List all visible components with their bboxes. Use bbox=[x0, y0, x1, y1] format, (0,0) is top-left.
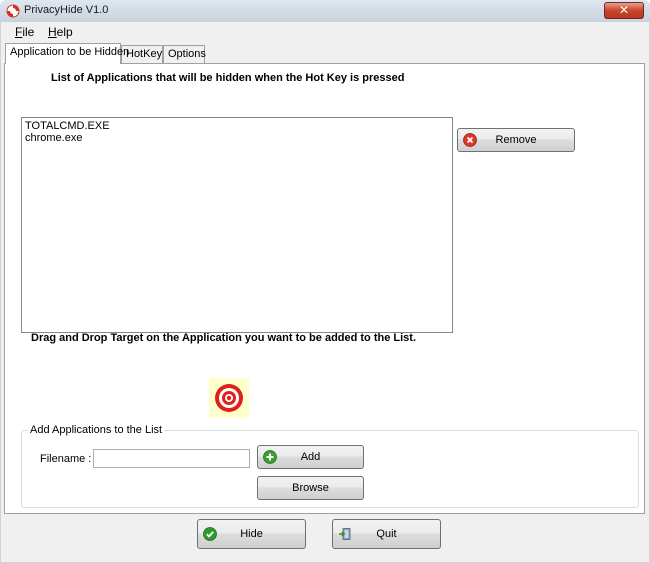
client-area: File Help Application to be Hidden HotKe… bbox=[1, 22, 649, 562]
tab-options[interactable]: Options bbox=[163, 45, 206, 63]
add-applications-group: Add Applications to the List Filename : … bbox=[21, 424, 639, 508]
tab-panel-applications: List of Applications that will be hidden… bbox=[4, 63, 645, 514]
menu-bar: File Help bbox=[1, 22, 649, 42]
group-title: Add Applications to the List bbox=[28, 424, 165, 436]
quit-button-label: Quit bbox=[376, 528, 397, 540]
add-button-label: Add bbox=[300, 451, 321, 463]
menu-file-label: ile bbox=[22, 25, 35, 39]
tab-application-to-be-hidden[interactable]: Application to be Hidden bbox=[5, 43, 129, 64]
quit-button[interactable]: Quit bbox=[332, 519, 441, 549]
tab-label: Application to be Hidden bbox=[10, 46, 130, 58]
list-item[interactable]: chrome.exe bbox=[25, 132, 449, 144]
drag-drop-heading: Drag and Drop Target on the Application … bbox=[31, 332, 417, 344]
browse-button[interactable]: Browse bbox=[257, 476, 364, 500]
close-icon: ✕ bbox=[618, 3, 630, 17]
lifebuoy-app-icon bbox=[6, 4, 20, 18]
crosshair-target-icon bbox=[215, 384, 243, 412]
applications-list-heading: List of Applications that will be hidden… bbox=[51, 72, 405, 84]
tab-label: HotKey bbox=[126, 48, 163, 60]
menu-file[interactable]: File bbox=[15, 25, 34, 39]
window-close-button[interactable]: ✕ bbox=[604, 2, 644, 19]
window-title: PrivacyHide V1.0 bbox=[24, 4, 109, 16]
add-button[interactable]: Add bbox=[257, 445, 364, 469]
filename-input[interactable] bbox=[93, 449, 250, 468]
menu-help-label: elp bbox=[56, 25, 73, 39]
list-item[interactable]: TOTALCMD.EXE bbox=[25, 120, 449, 132]
menu-help[interactable]: Help bbox=[48, 25, 73, 39]
filename-label: Filename : bbox=[40, 453, 92, 465]
remove-button-label: Remove bbox=[495, 134, 537, 146]
hide-button[interactable]: Hide bbox=[197, 519, 306, 549]
hidden-applications-list[interactable]: TOTALCMD.EXE chrome.exe bbox=[21, 117, 453, 333]
tab-label: Options bbox=[168, 48, 206, 60]
app-window: PrivacyHide V1.0 ✕ File Help Application… bbox=[0, 0, 650, 563]
hide-button-label: Hide bbox=[240, 528, 263, 540]
menu-help-mnemonic: H bbox=[48, 25, 57, 39]
title-bar[interactable]: PrivacyHide V1.0 ✕ bbox=[0, 0, 650, 22]
drag-target[interactable] bbox=[209, 378, 249, 418]
browse-button-label: Browse bbox=[292, 482, 329, 494]
remove-button[interactable]: Remove bbox=[457, 128, 575, 152]
